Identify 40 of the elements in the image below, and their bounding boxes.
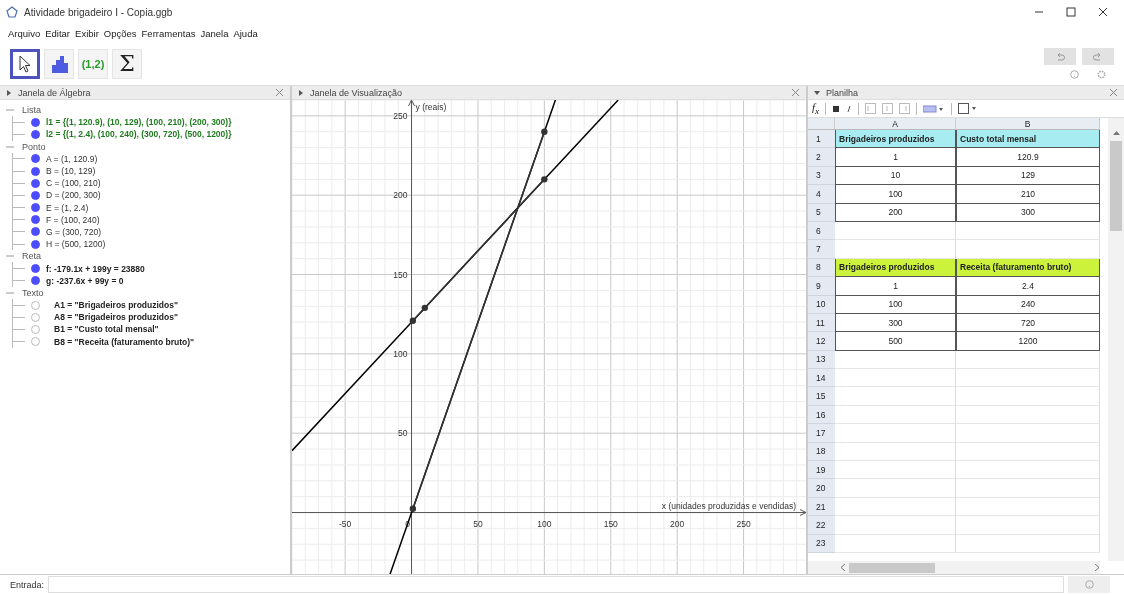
category-label: Texto: [22, 287, 44, 298]
axis-title: y (reais): [415, 102, 447, 112]
axis-tick-label: 50: [398, 428, 408, 439]
input-label: Entrada:: [10, 579, 45, 590]
table-cell: 10: [835, 166, 956, 186]
axis-tick-label: 200: [670, 518, 685, 529]
table-cell: 129: [956, 166, 1100, 186]
table-cell: 2.4: [956, 277, 1100, 296]
axis-tick-label: 250: [736, 518, 751, 529]
axis-tick-label: 50: [473, 518, 483, 529]
axis-tick-label: 200: [393, 190, 408, 201]
table-cell: 300: [835, 313, 956, 333]
panel-title: Janela de Visualização: [310, 87, 403, 98]
table-cell: 100: [835, 185, 956, 204]
table-cell: 240: [956, 295, 1100, 314]
window-title: Atividade brigadeiro I - Copia.ggb: [24, 6, 174, 18]
panel-title: Planilha: [826, 87, 860, 98]
table-cell: Brigadeiros produzidos: [835, 130, 956, 149]
axis-tick-label: 250: [393, 110, 408, 121]
table-cell: 200: [835, 203, 956, 222]
axis-tick-label: 150: [603, 518, 618, 529]
table-cell: 720: [956, 313, 1100, 333]
table-cell: 100: [835, 295, 956, 314]
table-cell: 210: [956, 185, 1100, 204]
axis-tick-label: 100: [537, 518, 552, 529]
category-label: Lista: [22, 105, 41, 116]
table-cell: 1200: [956, 332, 1100, 351]
table-cell: 300: [956, 203, 1100, 222]
table-cell: 1: [835, 277, 956, 296]
axis-tick-label: 100: [393, 348, 408, 359]
axis-title: x (unidades produzidas e vendidas): [661, 500, 796, 511]
axis-tick-label: 150: [393, 269, 408, 280]
table-cell: 120.9: [956, 148, 1100, 167]
axis-tick-label: -50: [339, 518, 352, 529]
table-cell: 500: [835, 332, 956, 351]
table-cell: Custo total mensal: [956, 130, 1100, 149]
category-label: Reta: [22, 251, 41, 262]
table-cell: 1: [835, 148, 956, 167]
panel-title: Janela de Álgebra: [18, 87, 92, 98]
category-label: Ponto: [22, 141, 46, 152]
